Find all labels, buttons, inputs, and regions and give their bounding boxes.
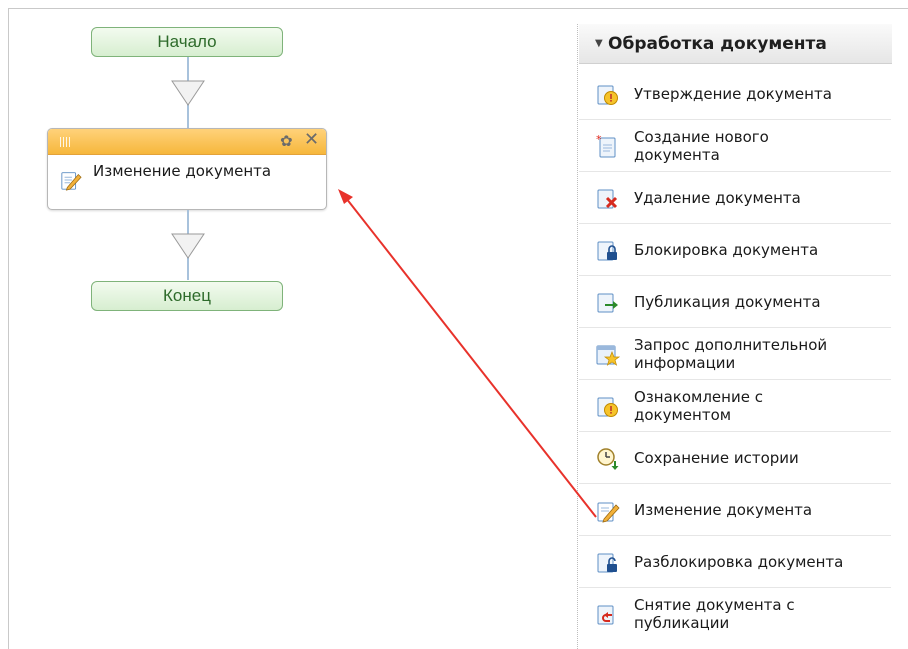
drag-arrow-line [345,197,597,518]
drag-arrow-overlay [338,189,597,518]
drag-arrow-head-icon [338,189,353,204]
